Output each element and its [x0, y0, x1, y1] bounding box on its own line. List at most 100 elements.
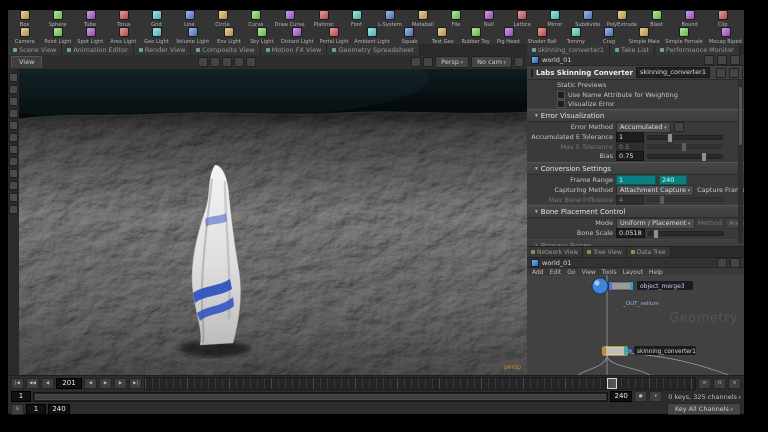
shelf-tool[interactable]: Env Light — [212, 27, 245, 45]
shelf-tool[interactable]: Mocap Biped — [706, 27, 744, 45]
camera-lock-icon[interactable] — [423, 57, 433, 67]
viewport-lock-icon[interactable] — [514, 57, 524, 67]
shelf-tool[interactable]: Draw Curve — [272, 10, 307, 28]
snap-grid-icon[interactable] — [210, 57, 220, 67]
shelf-tool[interactable]: Line — [173, 10, 206, 28]
next-frame-button[interactable]: ▶ — [114, 378, 127, 389]
network-path[interactable]: world_01 — [542, 259, 571, 267]
gear-icon[interactable] — [716, 68, 726, 78]
pin-icon[interactable] — [730, 258, 740, 268]
pane-menu-icon[interactable] — [730, 55, 740, 65]
rotate-tool-icon[interactable] — [9, 109, 18, 118]
accumulated-tolerance-field[interactable]: 1 — [616, 132, 644, 142]
3d-scene[interactable] — [19, 69, 527, 375]
shelf-tool[interactable]: Area Light — [107, 27, 140, 45]
projection-selector[interactable]: Persp — [435, 56, 469, 68]
presets-icon[interactable] — [729, 68, 739, 78]
playhead[interactable] — [607, 378, 617, 389]
global-start-field[interactable]: 1 — [26, 404, 46, 415]
shelf-tool[interactable]: Test Geo — [426, 27, 459, 45]
playback-range-slider[interactable] — [33, 392, 608, 402]
shelf-tool[interactable]: Blast — [640, 10, 673, 28]
shelf-tool[interactable]: Box — [8, 10, 41, 28]
shelf-tool[interactable]: Tube — [74, 10, 107, 28]
auto-key-button[interactable]: ● — [634, 391, 647, 402]
shelf-tool[interactable]: Ambient Light — [351, 27, 393, 45]
play-reverse-button[interactable]: ◀ — [84, 378, 97, 389]
shelf-tool[interactable]: File — [439, 10, 472, 28]
playbar-options-button[interactable]: ≡ — [728, 378, 741, 389]
bone-scale-field[interactable]: 0.0518 — [616, 228, 645, 238]
shelf-tool[interactable]: Camera — [8, 27, 41, 45]
parameters-scrollbar[interactable] — [738, 79, 743, 244]
shelf-tool[interactable]: Metaball — [406, 10, 439, 28]
pane-tab[interactable]: Composite View — [191, 44, 260, 55]
range-start-field[interactable]: 1 — [11, 391, 31, 402]
section-conversion-settings[interactable]: Conversion Settings — [527, 162, 744, 175]
select-tool-icon[interactable] — [9, 85, 18, 94]
section-primary-bones[interactable]: Primary Bones — [527, 239, 744, 246]
key-options-button[interactable]: ▾ — [649, 391, 662, 402]
shelf-tool[interactable]: Mirror — [538, 10, 571, 28]
mode-dropdown[interactable]: Uniform / Placement — [616, 218, 695, 229]
shelf-tool[interactable]: Null — [472, 10, 505, 28]
frame-range-start-field[interactable]: 1 — [616, 175, 656, 185]
shelf-tool[interactable]: Clip — [706, 10, 739, 28]
pane-tab[interactable]: Take List — [610, 44, 655, 55]
play-button[interactable]: ▶ — [99, 378, 112, 389]
pane-tab[interactable]: Geometry Spreadsheet — [327, 44, 419, 55]
shelf-tool[interactable]: Lattice — [505, 10, 538, 28]
network-tab[interactable]: Network View — [527, 247, 583, 257]
section-bone-placement[interactable]: Bone Placement Control — [527, 205, 744, 218]
isolate-tool-icon[interactable] — [9, 193, 18, 202]
parameter-path[interactable]: world_01 — [542, 56, 571, 64]
menu-token-icon[interactable] — [674, 122, 684, 132]
node-name-field[interactable]: skinning_converter1 — [636, 67, 710, 78]
shelf-tool[interactable]: Circle — [206, 10, 239, 28]
timeline[interactable] — [144, 377, 696, 390]
go-end-button[interactable]: ▶| — [129, 378, 142, 389]
display-options-icon[interactable] — [246, 57, 256, 67]
name-attr-checkbox[interactable] — [557, 91, 565, 99]
network-tab[interactable]: Tree View — [583, 247, 627, 257]
construction-plane-icon[interactable] — [9, 169, 18, 178]
range-end-field[interactable]: 240 — [610, 391, 632, 402]
prev-key-button[interactable]: ◀◀ — [26, 378, 39, 389]
key-all-channels-button[interactable]: Key All Channels — [667, 403, 741, 415]
shelf-tool[interactable]: Point Light — [41, 27, 74, 45]
shelf-tool[interactable]: Grid — [140, 10, 173, 28]
visualize-error-checkbox[interactable] — [557, 100, 565, 108]
realtime-toggle-button[interactable]: rt — [713, 378, 726, 389]
shelf-tool[interactable]: Simple Male — [626, 27, 663, 45]
viewport-view-tab[interactable]: View — [11, 56, 42, 68]
camera-selector[interactable]: No cam — [471, 56, 512, 68]
shelf-tool[interactable]: Rubber Toy — [459, 27, 492, 45]
translate-tool-icon[interactable] — [9, 97, 18, 106]
shelf-tool[interactable]: Torus — [107, 10, 140, 28]
pane-tab[interactable]: Motion FX View — [261, 44, 328, 55]
shelf-tool[interactable]: Spot Light — [74, 27, 107, 45]
shelf-tool[interactable]: Crag — [593, 27, 626, 45]
pane-tab[interactable]: skinning_converter1 — [527, 44, 610, 55]
bias-slider[interactable] — [647, 154, 723, 159]
shelf-tool[interactable]: PolyExtrude — [604, 10, 640, 28]
pose-tool-icon[interactable] — [9, 133, 18, 142]
pin-icon[interactable] — [704, 55, 714, 65]
scale-tool-icon[interactable] — [9, 121, 18, 130]
handles-tool-icon[interactable] — [9, 145, 18, 154]
shelf-tool[interactable]: Distant Light — [278, 27, 316, 45]
view-layout-icon[interactable] — [411, 57, 421, 67]
loop-mode-button[interactable]: ⟳ — [698, 378, 711, 389]
link-icon[interactable] — [717, 55, 727, 65]
history-icon[interactable] — [717, 258, 727, 268]
network-tab[interactable]: Data Tree — [627, 247, 671, 257]
pane-tab[interactable]: Animation Editor — [62, 44, 133, 55]
shelf-tool[interactable]: Geo Light — [140, 27, 173, 45]
bone-scale-slider[interactable] — [648, 231, 724, 236]
select-mode-icon[interactable] — [198, 57, 208, 67]
shelf-tool[interactable]: Sphere — [41, 10, 74, 28]
prev-frame-button[interactable]: ◀ — [41, 378, 54, 389]
global-end-field[interactable]: 240 — [48, 404, 70, 415]
shelf-tool[interactable]: Squab — [393, 27, 426, 45]
go-start-button[interactable]: |◀ — [11, 378, 24, 389]
